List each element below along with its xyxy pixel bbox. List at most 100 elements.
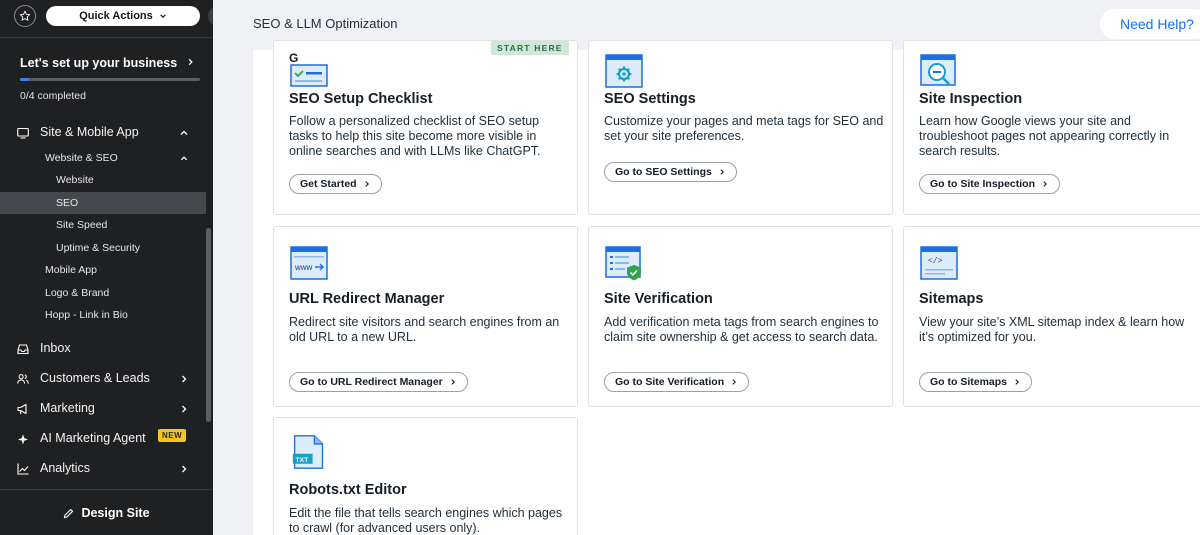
nav-ai-marketing-agent[interactable]: AI Marketing Agent NEW	[0, 429, 206, 448]
nav-marketing[interactable]: Marketing	[0, 400, 206, 418]
chevron-right-icon	[732, 379, 737, 385]
card-title: Robots.txt Editor	[289, 482, 407, 498]
card-title: Sitemaps	[919, 291, 984, 307]
svg-text:G: G	[289, 51, 298, 65]
star-icon	[19, 10, 31, 21]
nav-site-mobile-app-label: Site & Mobile App	[40, 125, 139, 139]
go-to-seo-settings-button[interactable]: Go to SEO Settings	[604, 162, 737, 182]
www-redirect-icon: www	[290, 246, 328, 280]
chevron-right-icon[interactable]	[186, 57, 195, 67]
start-here-badge: START HERE	[491, 41, 569, 55]
design-site-button[interactable]: Design Site	[0, 502, 213, 524]
nav-seo-label: SEO	[56, 197, 79, 209]
card-site-verification: Site Verification Add verification meta …	[588, 226, 893, 407]
nav-website-seo-label: Website & SEO	[45, 152, 118, 164]
nav-hopp[interactable]: Hopp - Link in Bio	[0, 304, 206, 326]
setup-progress-text: 0/4 completed	[20, 90, 86, 102]
chevron-right-icon	[1043, 181, 1048, 187]
card-title: Site Verification	[604, 291, 713, 307]
card-description: Redirect site visitors and search engine…	[289, 315, 560, 344]
nav-site-mobile-app[interactable]: Site & Mobile App	[0, 124, 206, 142]
card-description: Learn how Google views your site and tro…	[919, 114, 1170, 158]
marketing-icon	[17, 403, 29, 415]
ai-sparkle-icon	[17, 433, 29, 445]
go-to-site-verification-button[interactable]: Go to Site Verification	[604, 372, 750, 392]
chevron-right-icon	[451, 379, 455, 385]
nav-uptime-security[interactable]: Uptime & Security	[0, 237, 206, 259]
nav-mobile-app[interactable]: Mobile App	[0, 259, 206, 281]
favorites-button[interactable]	[14, 5, 36, 27]
google-checklist-icon: G	[289, 51, 328, 87]
chevron-right-icon	[720, 169, 724, 175]
www-icon-text: www	[294, 263, 313, 272]
verification-shield-icon	[605, 246, 641, 281]
chevron-right-icon	[1015, 379, 1020, 385]
card-site-inspection: Site Inspection Learn how Google views y…	[903, 40, 1200, 215]
setup-progress-fill	[20, 78, 29, 81]
txt-file-icon: TXT	[292, 435, 324, 469]
customers-icon	[17, 373, 29, 385]
page-title: SEO & LLM Optimization	[253, 16, 398, 31]
nav-seo[interactable]: SEO	[0, 192, 206, 214]
sidebar-scrollbar[interactable]	[206, 228, 211, 422]
nav-website-label: Website	[56, 174, 94, 186]
new-badge: NEW	[158, 429, 187, 442]
nav-logo-brand[interactable]: Logo & Brand	[0, 282, 206, 304]
card-description: Add verification meta tags from search e…	[604, 315, 879, 344]
nav-website-seo[interactable]: Website & SEO	[0, 147, 206, 169]
setup-title[interactable]: Let's set up your business	[20, 56, 177, 70]
nav-ai-marketing-agent-label: AI Marketing Agent	[40, 431, 146, 445]
setup-progress-bar	[20, 78, 200, 81]
nav-customers-leads[interactable]: Customers & Leads	[0, 370, 206, 388]
nav-inbox[interactable]: Inbox	[0, 340, 206, 358]
main-content: START HERE G SEO Setup Checklist Follow …	[253, 40, 1200, 535]
card-seo-settings: SEO Settings Customize your pages and me…	[588, 40, 893, 215]
get-started-button[interactable]: Get Started	[289, 174, 382, 194]
chevron-up-icon	[180, 156, 188, 161]
button-label: Go to Sitemaps	[930, 376, 1008, 388]
nav-logo-brand-label: Logo & Brand	[45, 287, 110, 299]
nav-analytics-label: Analytics	[40, 461, 91, 475]
chevron-down-icon	[159, 14, 166, 18]
button-label: Go to Site Inspection	[930, 178, 1036, 190]
magnifier-inspection-icon	[920, 54, 956, 86]
card-description: View your site’s XML sitemap index & lea…	[919, 315, 1185, 344]
settings-gear-icon	[605, 54, 643, 88]
go-to-site-inspection-button[interactable]: Go to Site Inspection	[919, 174, 1061, 194]
nav-hopp-label: Hopp - Link in Bio	[45, 309, 128, 321]
nav-analytics[interactable]: Analytics	[0, 460, 206, 478]
nav-site-speed-label: Site Speed	[56, 219, 108, 231]
nav-site-speed[interactable]: Site Speed	[0, 214, 206, 236]
go-to-sitemaps-button[interactable]: Go to Sitemaps	[919, 372, 1033, 392]
divider	[0, 37, 213, 38]
chevron-right-icon	[182, 405, 187, 413]
card-description: Edit the file that tells search engines …	[289, 506, 563, 535]
nav-customers-leads-label: Customers & Leads	[40, 371, 150, 385]
site-icon	[17, 127, 29, 139]
design-site-label: Design Site	[81, 506, 150, 520]
quick-actions-button[interactable]: Quick Actions	[46, 6, 200, 26]
code-sitemap-icon: </>	[920, 246, 958, 280]
divider	[0, 489, 213, 490]
button-label: Go to SEO Settings	[615, 166, 712, 178]
card-title: SEO Settings	[604, 91, 696, 107]
go-to-url-redirect-manager-button[interactable]: Go to URL Redirect Manager	[289, 372, 468, 392]
card-description: Customize your pages and meta tags for S…	[604, 114, 884, 143]
nav-inbox-label: Inbox	[40, 341, 71, 355]
chevron-right-icon	[182, 465, 187, 473]
chevron-right-icon	[182, 375, 187, 383]
chevron-right-icon	[365, 181, 369, 187]
nav-uptime-security-label: Uptime & Security	[56, 242, 141, 254]
pencil-icon	[64, 508, 74, 518]
card-url-redirect-manager: www URL Redirect Manager Redirect site v…	[273, 226, 578, 407]
need-help-button[interactable]: Need Help?	[1100, 9, 1200, 39]
sidebar: Quick Actions Let's set up your business…	[0, 0, 213, 535]
button-label: Get Started	[300, 178, 357, 190]
txt-icon-text: TXT	[296, 457, 310, 464]
inbox-icon	[17, 343, 29, 355]
code-icon-text: </>	[928, 257, 943, 266]
card-title: URL Redirect Manager	[289, 291, 445, 307]
card-title: SEO Setup Checklist	[289, 91, 433, 107]
card-title: Site Inspection	[919, 91, 1023, 107]
nav-website[interactable]: Website	[0, 169, 206, 191]
